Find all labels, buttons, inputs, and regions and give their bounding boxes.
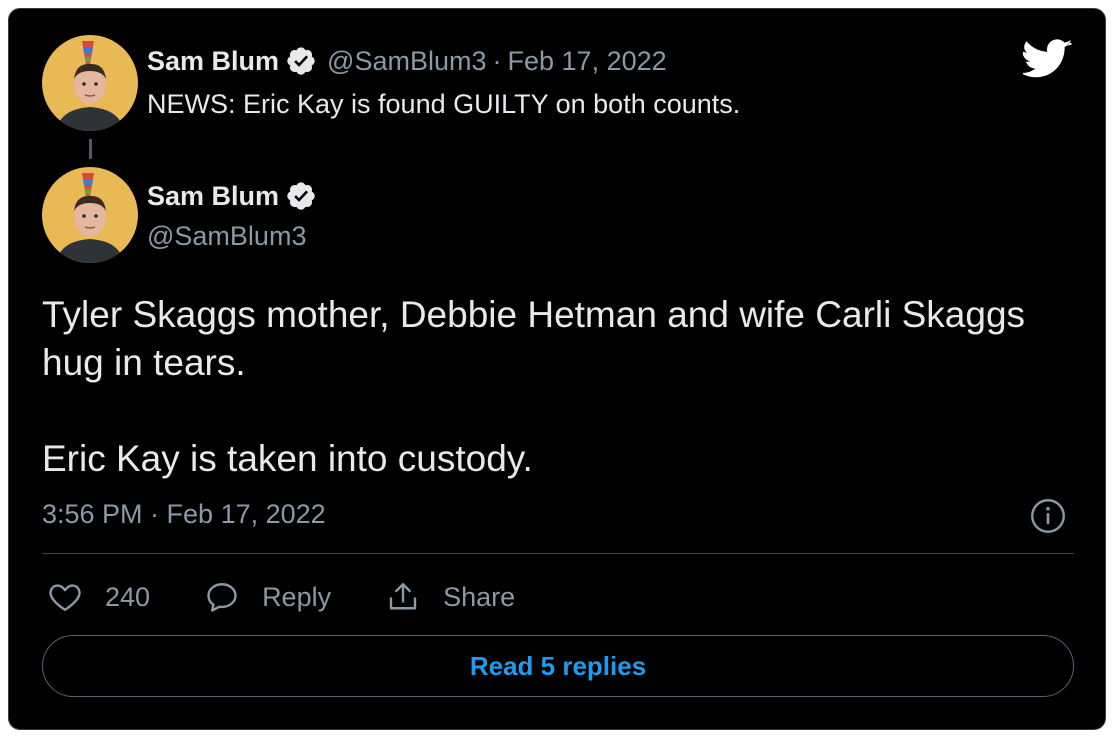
- tweet-text: Tyler Skaggs mother, Debbie Hetman and w…: [42, 291, 1062, 483]
- tweet-timestamp[interactable]: 3:56 PM · Feb 17, 2022: [42, 499, 326, 530]
- quoted-author-name[interactable]: Sam Blum: [147, 46, 279, 77]
- verified-badge-icon: [287, 47, 315, 75]
- quoted-tweet-text: NEWS: Eric Kay is found GUILTY on both c…: [147, 89, 741, 119]
- main-tweet-header: Sam Blum: [147, 177, 317, 215]
- info-icon[interactable]: [1030, 498, 1066, 534]
- divider: [42, 553, 1074, 554]
- tweet-paragraph: Tyler Skaggs mother, Debbie Hetman and w…: [42, 294, 1026, 383]
- author-name[interactable]: Sam Blum: [147, 181, 279, 212]
- tweet-paragraph: Eric Kay is taken into custody.: [42, 438, 533, 479]
- share-button[interactable]: Share: [385, 579, 515, 615]
- read-replies-label: Read 5 replies: [469, 650, 647, 681]
- avatar[interactable]: [42, 35, 138, 131]
- quoted-tweet-header: Sam Blum @SamBlum3 · Feb 17, 2022: [147, 42, 667, 80]
- avatar-image: [42, 35, 138, 131]
- thread-connector-line: [89, 139, 92, 159]
- reply-label: Reply: [262, 581, 332, 612]
- heart-icon: [49, 584, 81, 611]
- like-count: 240: [105, 581, 151, 612]
- read-replies-button[interactable]: Read 5 replies: [42, 635, 1074, 697]
- share-label: Share: [443, 581, 516, 612]
- quoted-date[interactable]: Feb 17, 2022: [508, 46, 667, 77]
- quoted-handle[interactable]: @SamBlum3: [327, 46, 486, 77]
- verified-badge-icon: [287, 182, 315, 210]
- like-button[interactable]: 240: [47, 579, 150, 615]
- separator-dot: ·: [492, 45, 502, 76]
- embedded-tweet-card: Sam Blum @SamBlum3 · Feb 17, 2022 NEWS: …: [8, 8, 1106, 730]
- speech-bubble-icon: [207, 583, 237, 612]
- tweet-actions: 240 Reply Share: [47, 577, 569, 617]
- share-upload-icon: [389, 583, 417, 610]
- reply-button[interactable]: Reply: [204, 579, 331, 615]
- avatar-image: [42, 167, 138, 263]
- author-handle[interactable]: @SamBlum3: [147, 221, 306, 252]
- twitter-bird-icon[interactable]: [1023, 39, 1073, 81]
- avatar[interactable]: [42, 167, 138, 263]
